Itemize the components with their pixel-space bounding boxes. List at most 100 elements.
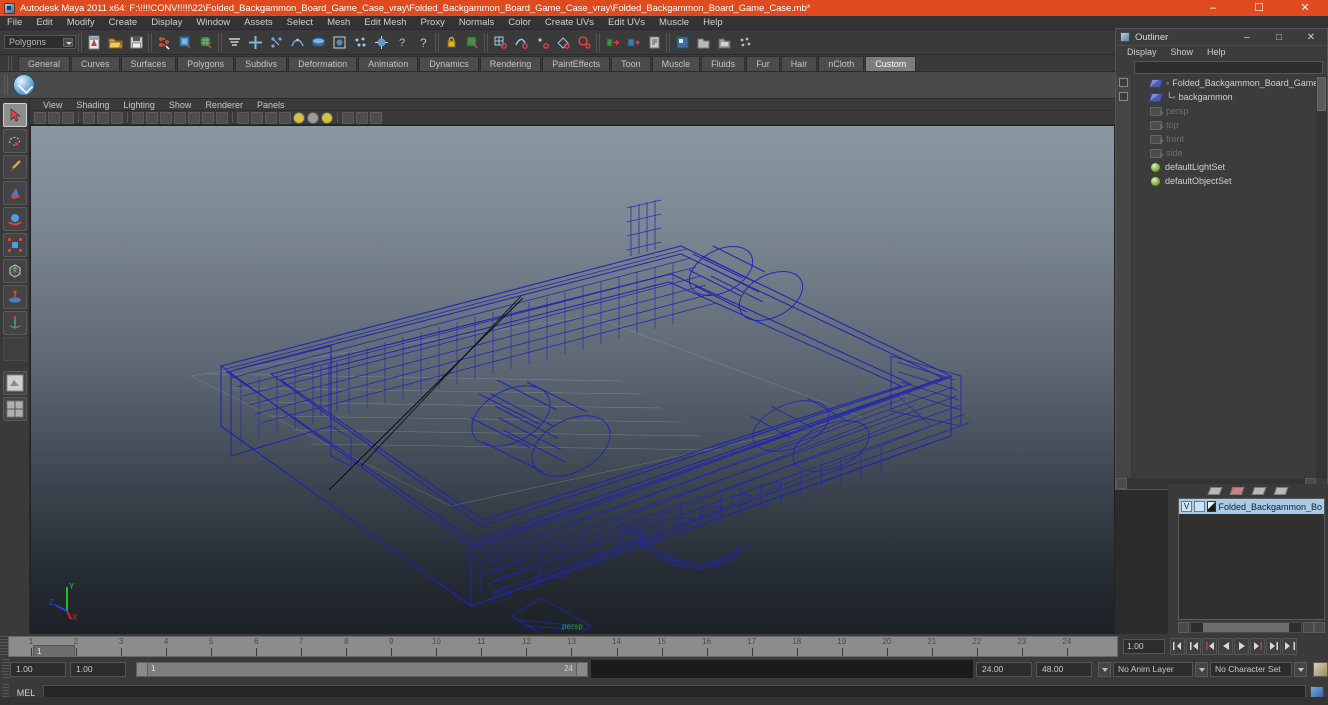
exposure-icon[interactable] <box>216 111 228 124</box>
menu-edit-uvs[interactable]: Edit UVs <box>601 16 652 30</box>
layer-visibility-toggle[interactable]: V <box>1181 501 1192 512</box>
outliner-item-side[interactable]: side <box>1116 146 1327 160</box>
lock-icon[interactable] <box>442 33 461 52</box>
step-forward-frame-button[interactable] <box>1266 637 1281 655</box>
shelf-tab-dynamics[interactable]: Dynamics <box>419 56 479 71</box>
maximize-button[interactable]: ☐ <box>1236 0 1282 16</box>
help-icon[interactable]: ? <box>414 33 433 52</box>
deformations-mask-icon[interactable] <box>330 33 349 52</box>
soft-modification-tool-icon[interactable] <box>2 285 27 309</box>
camera-attributes-icon[interactable] <box>62 111 74 124</box>
smooth-shade-all-icon[interactable] <box>251 111 263 124</box>
perspective-viewport[interactable]: Y Z X persp <box>30 125 1115 634</box>
xray-icon[interactable] <box>370 111 382 124</box>
snap-to-view-plane-icon[interactable] <box>575 33 594 52</box>
layer-list[interactable]: V Folded_Backgammon_Bo <box>1178 498 1325 620</box>
anim-layer-selector[interactable]: No Anim Layer <box>1113 661 1193 677</box>
four-view-layout-icon[interactable] <box>2 397 27 421</box>
grease-pencil-icon[interactable] <box>97 111 109 124</box>
use-default-lighting-icon[interactable] <box>293 111 305 124</box>
toolbar-grip-3[interactable] <box>218 32 223 52</box>
command-language-label[interactable]: MEL <box>9 688 43 698</box>
play-forwards-button[interactable] <box>1234 637 1249 655</box>
shelf-tab-ncloth[interactable]: nCloth <box>818 56 865 71</box>
go-to-start-button[interactable] <box>1170 637 1185 655</box>
select-by-hierarchy-icon[interactable] <box>155 33 174 52</box>
shelf-grip[interactable] <box>8 55 14 71</box>
construction-history-input-icon[interactable] <box>603 33 622 52</box>
render-layer-tab-icon[interactable] <box>1229 486 1245 495</box>
last-tool-used-icon[interactable] <box>2 311 27 335</box>
shelf-tab-fluids[interactable]: Fluids <box>701 56 746 71</box>
layer-row[interactable]: V Folded_Backgammon_Bo <box>1179 499 1324 514</box>
shelf-tab-custom[interactable]: Custom <box>865 56 917 71</box>
step-forward-key-button[interactable] <box>1250 637 1265 655</box>
shelf-tab-general[interactable]: General <box>18 56 71 71</box>
current-time-indicator[interactable]: 1 <box>33 644 75 656</box>
animation-preferences-icon[interactable] <box>1313 661 1328 677</box>
viewport-menu-lighting[interactable]: Lighting <box>116 99 162 111</box>
shelf-tab-muscle[interactable]: Muscle <box>651 56 701 71</box>
display-layer-tab-icon[interactable] <box>1207 486 1223 495</box>
paint-select-tool-icon[interactable] <box>2 155 27 179</box>
range-slider[interactable]: 1 24 <box>136 661 588 677</box>
menu-create[interactable]: Create <box>102 16 145 30</box>
shelf-tab-painteffects[interactable]: PaintEffects <box>542 56 611 71</box>
shadows-icon[interactable] <box>342 111 354 124</box>
outliner-search-input[interactable] <box>1134 61 1323 74</box>
viewport-menu-view[interactable]: View <box>36 99 69 111</box>
render-globals-icon[interactable] <box>736 33 755 52</box>
time-slider[interactable]: 1 1 2 3 4 5 6 7 8 9 10 11 12 13 14 15 16 17 18 19 20 21 22 23 2… <box>8 635 1118 657</box>
shelf-tab-rendering[interactable]: Rendering <box>479 56 542 71</box>
playback-start-time-field[interactable]: 1.00 <box>70 661 126 677</box>
outliner-item-folded-backgammon-board-game-case[interactable]: ◦ Folded_Backgammon_Board_Game_Case <box>1116 76 1327 90</box>
go-to-end-button[interactable] <box>1282 637 1297 655</box>
use-selected-lights-icon[interactable] <box>321 111 333 124</box>
layer-scroll-left-arrow[interactable] <box>1178 622 1189 633</box>
new-scene-icon[interactable] <box>85 33 104 52</box>
menu-muscle[interactable]: Muscle <box>652 16 696 30</box>
render-settings-icon[interactable] <box>715 33 734 52</box>
outliner-scroll-left-arrow[interactable] <box>1116 478 1127 489</box>
viewport-menu-panels[interactable]: Panels <box>250 99 292 111</box>
smooth-shade-selected-icon[interactable] <box>265 111 277 124</box>
expand-toggle-icon[interactable] <box>1119 78 1128 87</box>
menu-display[interactable]: Display <box>144 16 189 30</box>
scale-tool-icon[interactable] <box>2 233 27 257</box>
snap-to-grid-icon[interactable] <box>491 33 510 52</box>
shelf-tab-toon[interactable]: Toon <box>611 56 651 71</box>
character-set-options-icon[interactable] <box>1294 661 1307 677</box>
chevron-down-icon-character-set[interactable] <box>1195 661 1208 677</box>
save-scene-icon[interactable] <box>127 33 146 52</box>
resolution-gate-icon[interactable] <box>132 111 144 124</box>
time-slider-grip[interactable] <box>0 636 8 656</box>
playback-end-time-field[interactable]: 24.00 <box>976 661 1032 677</box>
outliner-close-button[interactable]: ✕ <box>1295 29 1327 46</box>
construction-history-output-icon[interactable] <box>624 33 643 52</box>
texture-icon[interactable] <box>356 111 368 124</box>
chevron-down-icon-anim-layer[interactable] <box>1098 661 1111 677</box>
toolbar-grip[interactable] <box>78 32 83 52</box>
menu-edit-mesh[interactable]: Edit Mesh <box>357 16 413 30</box>
move-tool-icon[interactable] <box>2 181 27 205</box>
menu-select[interactable]: Select <box>280 16 320 30</box>
lock-camera-icon[interactable] <box>48 111 60 124</box>
film-gate-icon[interactable] <box>146 111 158 124</box>
viewport-menu-show[interactable]: Show <box>162 99 199 111</box>
outliner-item-backgammon[interactable]: └◦ backgammon <box>1116 90 1327 104</box>
outliner-minimize-button[interactable]: – <box>1231 29 1263 46</box>
shelf-tab-polygons[interactable]: Polygons <box>177 56 235 71</box>
anim-end-time-field[interactable]: 48.00 <box>1036 661 1092 677</box>
rendering-mask-icon[interactable] <box>372 33 391 52</box>
outliner-maximize-button[interactable]: □ <box>1263 29 1295 46</box>
select-camera-icon[interactable] <box>34 111 46 124</box>
toolbar-grip-2[interactable] <box>148 32 153 52</box>
menu-proxy[interactable]: Proxy <box>414 16 452 30</box>
misc-mask-icon[interactable]: ? <box>393 33 412 52</box>
points-mask-icon[interactable] <box>267 33 286 52</box>
snap-to-point-icon[interactable] <box>533 33 552 52</box>
menu-set-selector[interactable]: Polygons <box>4 35 76 49</box>
viewport-menu-renderer[interactable]: Renderer <box>198 99 250 111</box>
layer-playback-toggle[interactable] <box>1193 501 1205 512</box>
menu-help[interactable]: Help <box>696 16 730 30</box>
